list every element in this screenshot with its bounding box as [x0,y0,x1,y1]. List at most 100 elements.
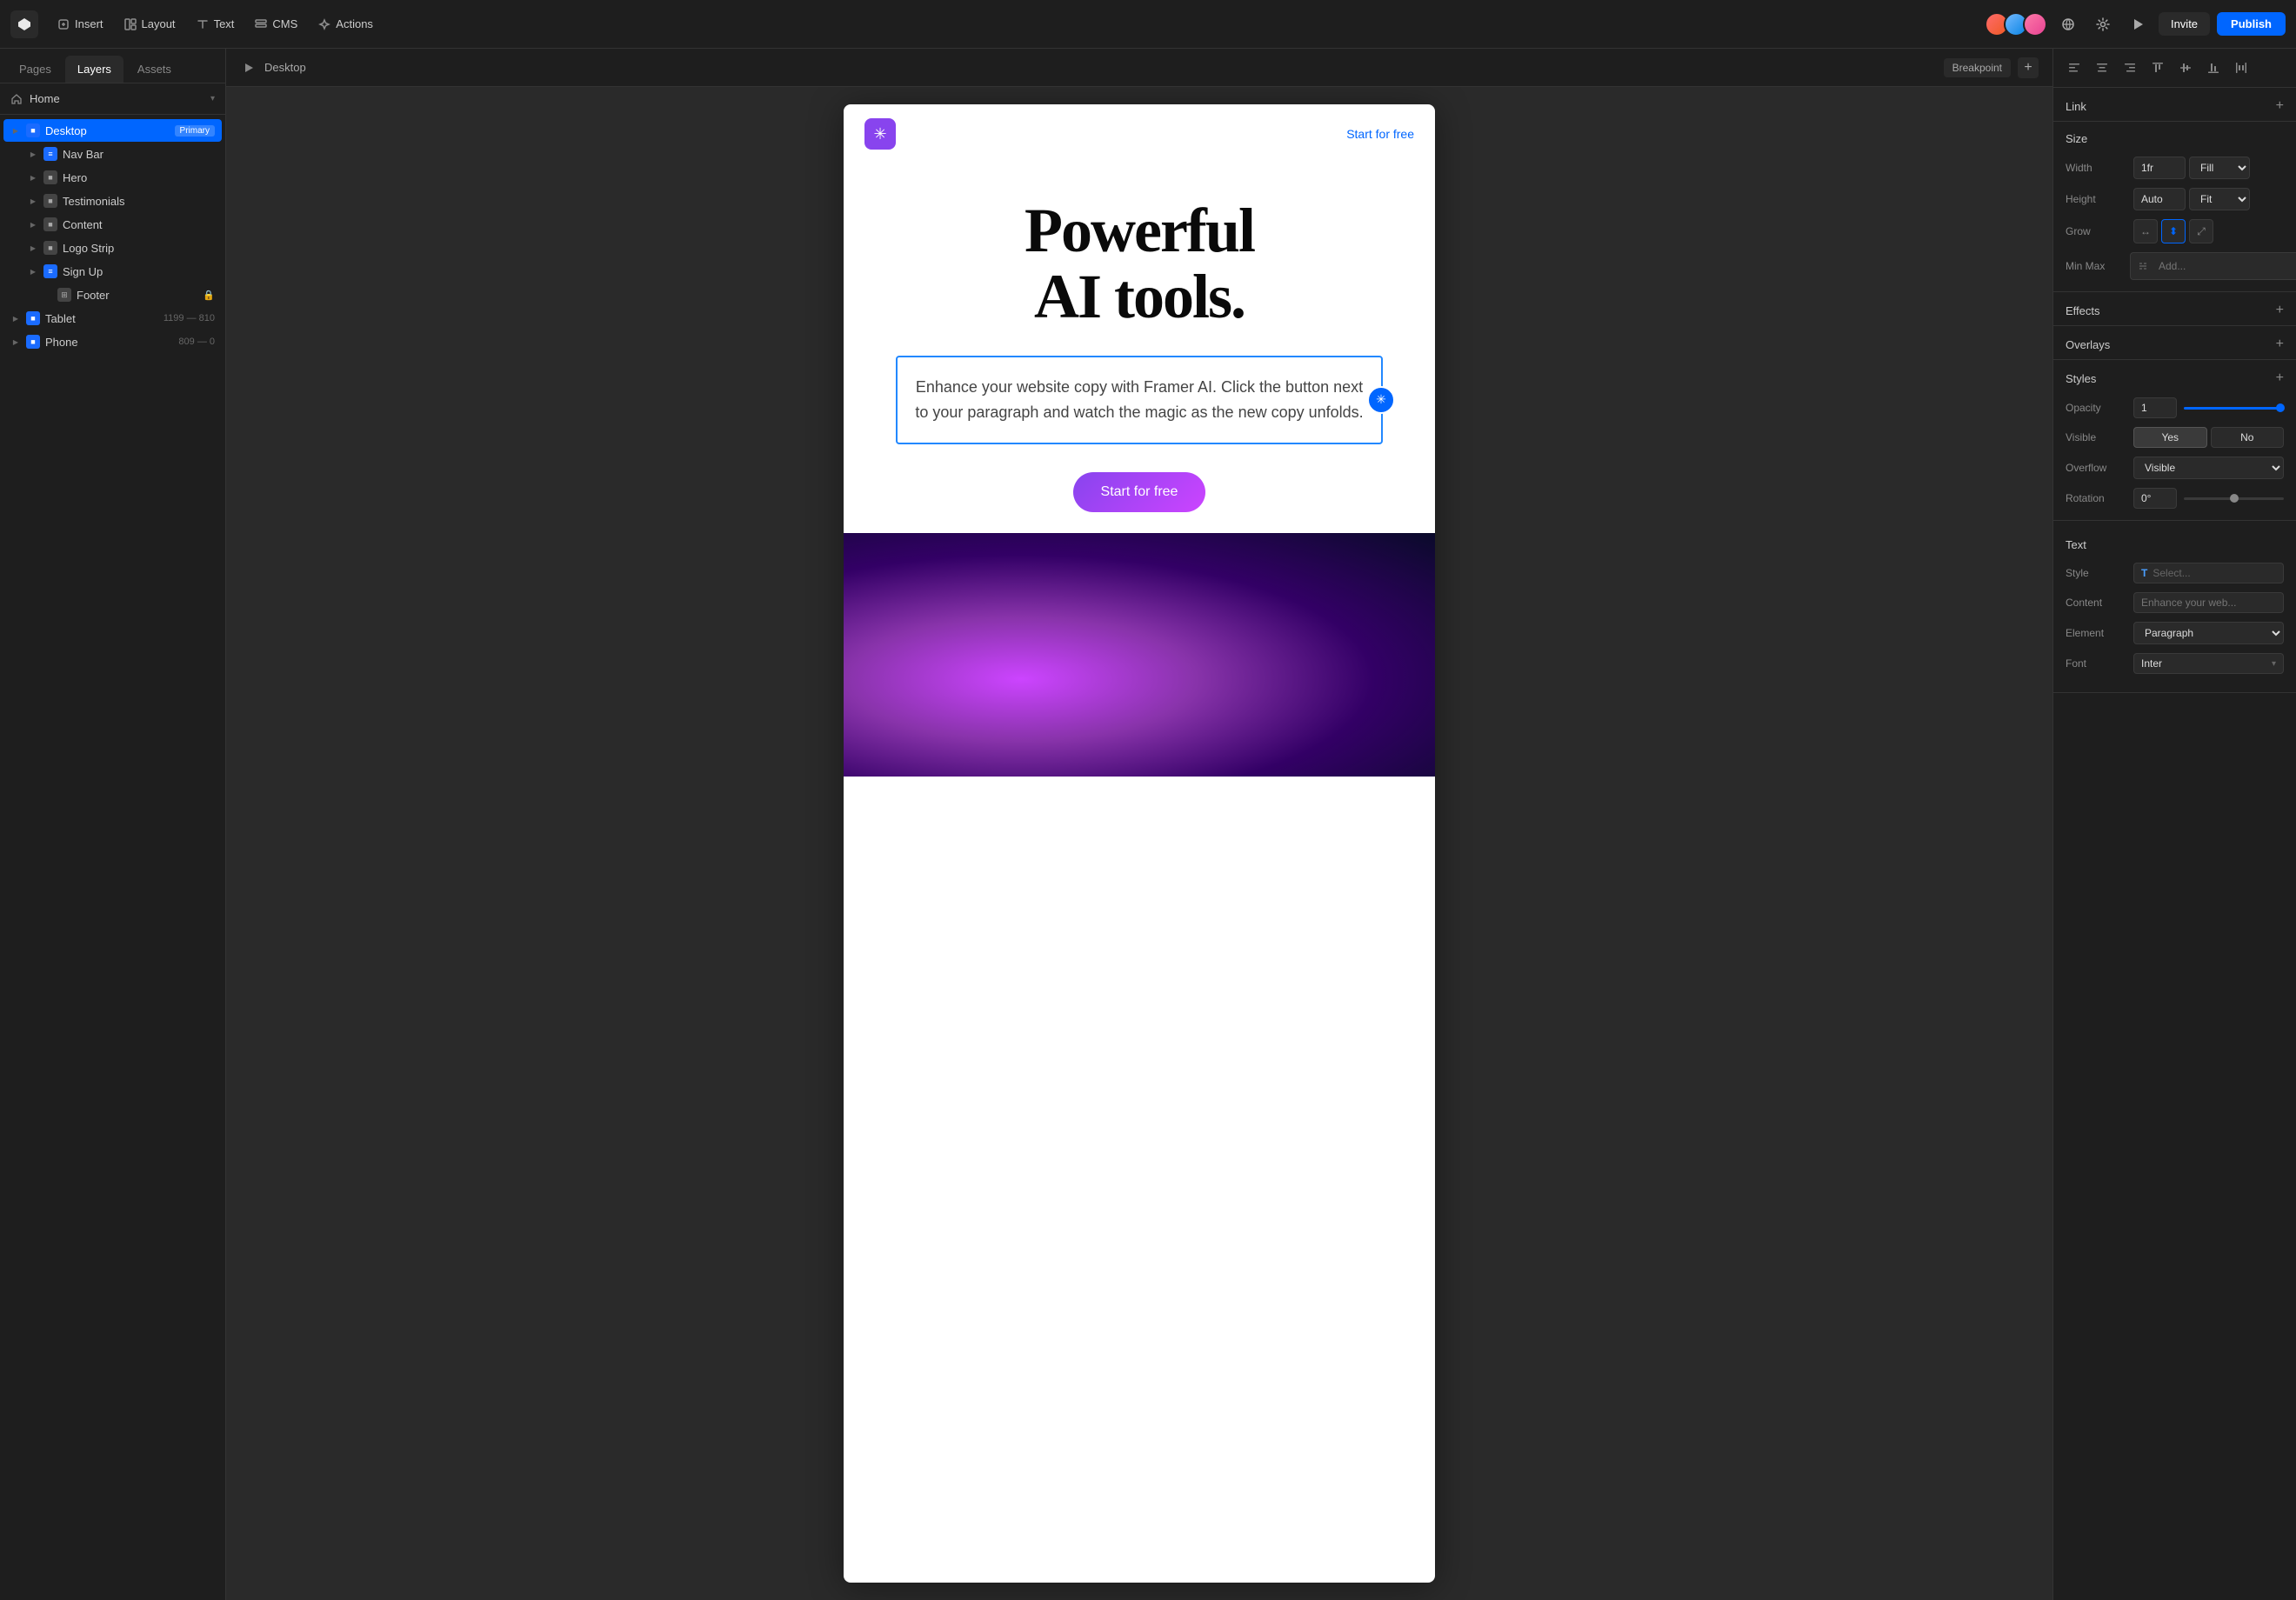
layer-item-logostrip[interactable]: ▶ ■ Logo Strip [3,237,222,259]
expand-icon-navbar[interactable]: ▶ [28,149,38,159]
layer-name-signup: Sign Up [63,265,215,278]
height-input[interactable] [2133,188,2186,210]
element-select[interactable]: ParagraphH1H2Span [2133,622,2284,644]
layer-icon-content: ■ [43,217,57,231]
rotation-input[interactable] [2133,488,2177,509]
height-label: Height [2066,193,2126,205]
effects-add-btn[interactable]: + [2276,303,2284,318]
home-row[interactable]: Home ▾ [0,83,225,115]
insert-btn[interactable]: Insert [49,12,112,36]
expand-icon-phone[interactable]: ▶ [10,337,21,347]
link-title: Link [2066,100,2086,113]
layer-item-navbar[interactable]: ▶ ≡ Nav Bar [3,143,222,165]
layer-item-content[interactable]: ▶ ■ Content [3,213,222,236]
layer-name-navbar: Nav Bar [63,148,215,161]
logo-btn[interactable] [10,10,38,38]
publish-button[interactable]: Publish [2217,12,2286,36]
align-left-btn[interactable] [2062,56,2086,80]
min-max-input[interactable] [2152,257,2296,276]
distribute-btn[interactable] [2229,56,2253,80]
text-section: Text Style T Select... Content Element P… [2053,521,2296,693]
visible-yes-btn[interactable]: Yes [2133,427,2207,448]
height-fit-select[interactable]: FitFixedFill [2189,188,2250,210]
expand-icon-signup[interactable]: ▶ [28,266,38,277]
expand-icon[interactable]: ▶ [10,125,21,136]
layer-item-footer[interactable]: ▶ ⊞ Footer 🔒 [3,283,222,306]
layer-list: ▶ ■ Desktop Primary ▶ ≡ Nav Bar ▶ ■ Hero… [0,115,225,1600]
rotation-thumb [2230,494,2239,503]
styles-section: Styles + Opacity Visible Yes No [2053,360,2296,521]
text-section-header: Text [2053,528,2296,558]
width-input[interactable] [2133,157,2186,179]
style-select[interactable]: T Select... [2133,563,2284,583]
breakpoint-btn[interactable]: Breakpoint [1944,58,2011,77]
topbar: Insert Layout Text CMS Actions Invite Pu… [0,0,2296,49]
visible-label: Visible [2066,431,2126,443]
valign-bottom-btn[interactable] [2201,56,2226,80]
layer-icon-testimonials: ■ [43,194,57,208]
invite-button[interactable]: Invite [2159,12,2210,36]
grow-fill-btn[interactable]: ⤢ [2189,219,2213,243]
opacity-slider[interactable] [2184,407,2284,410]
hero-title-line1: Powerful [896,198,1383,264]
main-area: Pages Layers Assets Home ▾ ▶ ■ Desktop P… [0,49,2296,1600]
layer-item-phone[interactable]: ▶ ■ Phone 809 — 0 [3,330,222,353]
alignment-toolbar [2053,49,2296,88]
hero-title: Powerful AI tools. [896,198,1383,330]
text-title: Text [2066,538,2086,551]
layout-btn[interactable]: Layout [116,12,184,36]
avatar-3 [2023,12,2047,37]
opacity-input[interactable] [2133,397,2177,418]
frame-start-link[interactable]: Start for free [1346,127,1414,141]
layer-item-testimonials[interactable]: ▶ ■ Testimonials [3,190,222,212]
expand-icon-tablet[interactable]: ▶ [10,313,21,323]
preview-btn[interactable] [2124,10,2152,38]
overlays-section-header: Overlays + [2053,326,2296,359]
content-row: Content [2053,588,2296,617]
settings-btn[interactable] [2089,10,2117,38]
cta-button[interactable]: Start for free [1073,472,1206,512]
valign-top-btn[interactable] [2146,56,2170,80]
rotation-slider[interactable] [2184,497,2284,500]
layer-item-desktop[interactable]: ▶ ■ Desktop Primary [3,119,222,142]
tab-layers[interactable]: Layers [65,56,123,83]
layer-icon-logostrip: ■ [43,241,57,255]
overflow-select[interactable]: VisibleHiddenScroll [2133,457,2284,479]
grow-horizontal-btn[interactable]: ↔ [2133,219,2158,243]
font-select[interactable]: Inter ▾ [2133,653,2284,674]
link-add-btn[interactable]: + [2276,98,2284,114]
frame-logo: ✳ [864,118,896,150]
expand-icon-hero[interactable]: ▶ [28,172,38,183]
align-center-btn[interactable] [2090,56,2114,80]
canvas-viewport[interactable]: ✳ Start for free Powerful AI tools. Enha… [226,87,2052,1600]
effects-title: Effects [2066,304,2100,317]
expand-icon-logostrip[interactable]: ▶ [28,243,38,253]
text-btn[interactable]: Text [188,12,244,36]
tab-assets[interactable]: Assets [125,56,184,83]
ai-badge[interactable]: ✳ [1367,386,1395,414]
play-btn[interactable] [240,59,257,77]
layer-item-hero[interactable]: ▶ ■ Hero [3,166,222,189]
content-input[interactable] [2133,592,2284,613]
layer-name-phone: Phone [45,336,173,349]
globe-btn[interactable] [2054,10,2082,38]
overflow-label: Overflow [2066,462,2126,474]
add-breakpoint-btn[interactable]: + [2018,57,2039,78]
actions-btn[interactable]: Actions [310,12,382,36]
align-right-btn[interactable] [2118,56,2142,80]
home-arrow-icon: ▾ [210,94,215,103]
valign-mid-btn[interactable] [2173,56,2198,80]
tab-pages[interactable]: Pages [7,56,63,83]
grow-fit-btn[interactable]: ⬍ [2161,219,2186,243]
layer-item-tablet[interactable]: ▶ ■ Tablet 1199 — 810 [3,307,222,330]
layer-item-signup[interactable]: ▶ ≡ Sign Up [3,260,222,283]
paragraph-box[interactable]: Enhance your website copy with Framer AI… [896,356,1383,444]
expand-icon-content[interactable]: ▶ [28,219,38,230]
visible-no-btn[interactable]: No [2211,427,2285,448]
expand-icon-testimonials[interactable]: ▶ [28,196,38,206]
grow-row: Grow ↔ ⬍ ⤢ [2053,215,2296,248]
overlays-add-btn[interactable]: + [2276,337,2284,352]
styles-add-btn[interactable]: + [2276,370,2284,386]
width-fit-select[interactable]: FillFixedFit [2189,157,2250,179]
cms-btn[interactable]: CMS [246,12,306,36]
